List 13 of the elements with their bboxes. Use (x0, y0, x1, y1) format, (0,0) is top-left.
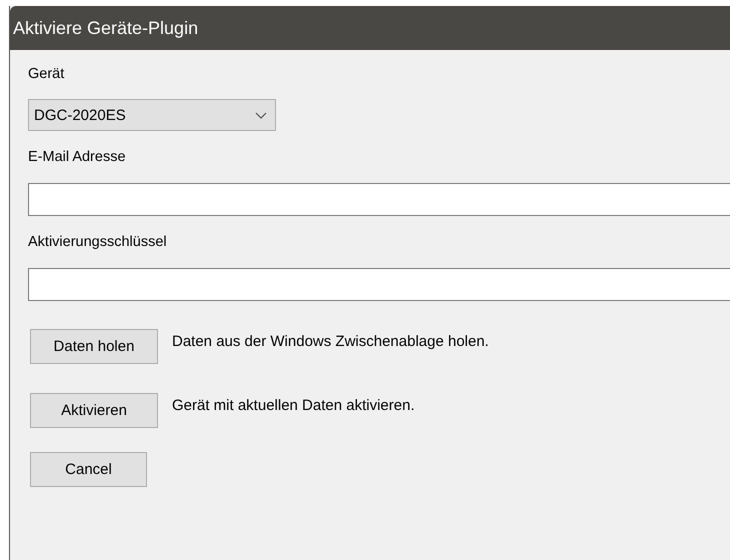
field-label: Gerät (28, 66, 64, 82)
device-dropdown[interactable]: DGC-2020ES (28, 99, 276, 131)
action-button[interactable]: Aktivieren (30, 393, 158, 428)
field-label: E-Mail Adresse (28, 149, 126, 165)
action-description: Daten aus der Windows Zwischenablage holen. (172, 333, 489, 350)
field-label: Aktivierungsschlüssel (28, 234, 167, 250)
window-title: Aktiviere Geräte-Plugin (13, 18, 198, 38)
cancel-button[interactable]: Cancel (30, 452, 147, 487)
email-field[interactable] (28, 183, 730, 216)
action-button[interactable]: Daten holen (30, 329, 158, 364)
key-field[interactable] (28, 268, 730, 301)
action-description: Gerät mit aktuellen Daten aktivieren. (172, 397, 415, 414)
chevron-down-icon (255, 112, 267, 118)
